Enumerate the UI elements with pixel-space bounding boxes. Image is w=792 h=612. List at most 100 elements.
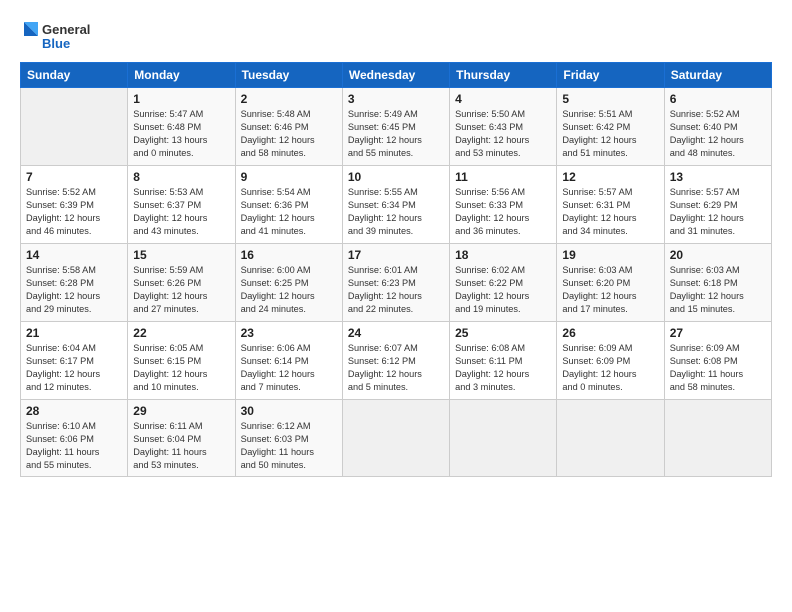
calendar-cell: 4Sunrise: 5:50 AMSunset: 6:43 PMDaylight… bbox=[450, 88, 557, 166]
day-number: 9 bbox=[241, 170, 337, 184]
day-info: Sunrise: 6:01 AMSunset: 6:23 PMDaylight:… bbox=[348, 264, 444, 316]
calendar-cell: 1 Sunrise: 5:47 AMSunset: 6:48 PMDaylight… bbox=[128, 88, 235, 166]
day-info: Sunrise: 5:56 AMSunset: 6:33 PMDaylight:… bbox=[455, 186, 551, 238]
day-info: Sunrise: 5:52 AMSunset: 6:40 PMDaylight:… bbox=[670, 108, 766, 160]
day-number: 16 bbox=[241, 248, 337, 262]
day-info: Sunrise: 6:11 AMSunset: 6:04 PMDaylight:… bbox=[133, 420, 229, 472]
day-info: Sunrise: 6:03 AMSunset: 6:20 PMDaylight:… bbox=[562, 264, 658, 316]
day-number: 25 bbox=[455, 326, 551, 340]
day-info: Sunrise: 6:06 AMSunset: 6:14 PMDaylight:… bbox=[241, 342, 337, 394]
calendar-cell: 3 Sunrise: 5:49 AMSunset: 6:45 PMDaylight… bbox=[342, 88, 449, 166]
day-info: Sunrise: 5:47 AMSunset: 6:48 PMDaylight:… bbox=[133, 108, 229, 160]
day-header-saturday: Saturday bbox=[664, 63, 771, 88]
calendar-cell: 15 Sunrise: 5:59 AMSunset: 6:26 PMDayligh… bbox=[128, 244, 235, 322]
day-number: 28 bbox=[26, 404, 122, 418]
day-info: Sunrise: 5:57 AMSunset: 6:29 PMDaylight:… bbox=[670, 186, 766, 238]
day-number: 6 bbox=[670, 92, 766, 106]
day-info: Sunrise: 5:55 AMSunset: 6:34 PMDaylight:… bbox=[348, 186, 444, 238]
day-info: Sunrise: 6:12 AMSunset: 6:03 PMDaylight:… bbox=[241, 420, 337, 472]
calendar-cell: 9 Sunrise: 5:54 AMSunset: 6:36 PMDaylight… bbox=[235, 166, 342, 244]
calendar-cell bbox=[664, 400, 771, 477]
day-info: Sunrise: 5:50 AMSunset: 6:43 PMDaylight:… bbox=[455, 108, 551, 160]
calendar-cell: 6 Sunrise: 5:52 AMSunset: 6:40 PMDaylight… bbox=[664, 88, 771, 166]
day-number: 7 bbox=[26, 170, 122, 184]
calendar-cell: 23 Sunrise: 6:06 AMSunset: 6:14 PMDayligh… bbox=[235, 322, 342, 400]
calendar-cell: 22Sunrise: 6:05 AMSunset: 6:15 PMDayligh… bbox=[128, 322, 235, 400]
calendar-cell: 26 Sunrise: 6:09 AMSunset: 6:09 PMDayligh… bbox=[557, 322, 664, 400]
day-header-sunday: Sunday bbox=[21, 63, 128, 88]
calendar-cell: 11 Sunrise: 5:56 AMSunset: 6:33 PMDayligh… bbox=[450, 166, 557, 244]
day-header-friday: Friday bbox=[557, 63, 664, 88]
day-info: Sunrise: 5:53 AMSunset: 6:37 PMDaylight:… bbox=[133, 186, 229, 238]
calendar-cell: 5 Sunrise: 5:51 AMSunset: 6:42 PMDaylight… bbox=[557, 88, 664, 166]
calendar-cell bbox=[450, 400, 557, 477]
calendar-cell bbox=[557, 400, 664, 477]
day-info: Sunrise: 6:03 AMSunset: 6:18 PMDaylight:… bbox=[670, 264, 766, 316]
day-number: 23 bbox=[241, 326, 337, 340]
day-header-thursday: Thursday bbox=[450, 63, 557, 88]
logo-svg: General Blue bbox=[20, 18, 100, 54]
day-number: 20 bbox=[670, 248, 766, 262]
day-number: 14 bbox=[26, 248, 122, 262]
svg-text:General: General bbox=[42, 22, 90, 37]
calendar-cell: 25Sunrise: 6:08 AMSunset: 6:11 PMDayligh… bbox=[450, 322, 557, 400]
calendar-cell: 8 Sunrise: 5:53 AMSunset: 6:37 PMDaylight… bbox=[128, 166, 235, 244]
calendar-cell: 24 Sunrise: 6:07 AMSunset: 6:12 PMDayligh… bbox=[342, 322, 449, 400]
day-info: Sunrise: 6:04 AMSunset: 6:17 PMDaylight:… bbox=[26, 342, 122, 394]
day-info: Sunrise: 5:57 AMSunset: 6:31 PMDaylight:… bbox=[562, 186, 658, 238]
calendar-cell: 27 Sunrise: 6:09 AMSunset: 6:08 PMDayligh… bbox=[664, 322, 771, 400]
day-number: 8 bbox=[133, 170, 229, 184]
day-header-wednesday: Wednesday bbox=[342, 63, 449, 88]
day-info: Sunrise: 6:00 AMSunset: 6:25 PMDaylight:… bbox=[241, 264, 337, 316]
day-number: 26 bbox=[562, 326, 658, 340]
day-number: 18 bbox=[455, 248, 551, 262]
calendar-cell: 10 Sunrise: 5:55 AMSunset: 6:34 PMDayligh… bbox=[342, 166, 449, 244]
day-number: 2 bbox=[241, 92, 337, 106]
day-number: 10 bbox=[348, 170, 444, 184]
day-info: Sunrise: 5:58 AMSunset: 6:28 PMDaylight:… bbox=[26, 264, 122, 316]
calendar-cell: 13 Sunrise: 5:57 AMSunset: 6:29 PMDayligh… bbox=[664, 166, 771, 244]
day-number: 1 bbox=[133, 92, 229, 106]
day-info: Sunrise: 5:51 AMSunset: 6:42 PMDaylight:… bbox=[562, 108, 658, 160]
svg-text:Blue: Blue bbox=[42, 36, 70, 51]
day-number: 27 bbox=[670, 326, 766, 340]
day-header-monday: Monday bbox=[128, 63, 235, 88]
calendar-cell: 2Sunrise: 5:48 AMSunset: 6:46 PMDaylight… bbox=[235, 88, 342, 166]
day-info: Sunrise: 6:07 AMSunset: 6:12 PMDaylight:… bbox=[348, 342, 444, 394]
calendar-cell: 19Sunrise: 6:03 AMSunset: 6:20 PMDayligh… bbox=[557, 244, 664, 322]
calendar-cell: 18Sunrise: 6:02 AMSunset: 6:22 PMDayligh… bbox=[450, 244, 557, 322]
day-number: 21 bbox=[26, 326, 122, 340]
day-info: Sunrise: 5:59 AMSunset: 6:26 PMDaylight:… bbox=[133, 264, 229, 316]
day-number: 24 bbox=[348, 326, 444, 340]
day-number: 3 bbox=[348, 92, 444, 106]
calendar-cell bbox=[342, 400, 449, 477]
calendar-table: SundayMondayTuesdayWednesdayThursdayFrid… bbox=[20, 62, 772, 477]
calendar-cell: 29 Sunrise: 6:11 AMSunset: 6:04 PMDayligh… bbox=[128, 400, 235, 477]
day-number: 15 bbox=[133, 248, 229, 262]
calendar-cell: 16 Sunrise: 6:00 AMSunset: 6:25 PMDayligh… bbox=[235, 244, 342, 322]
day-info: Sunrise: 6:10 AMSunset: 6:06 PMDaylight:… bbox=[26, 420, 122, 472]
day-info: Sunrise: 5:52 AMSunset: 6:39 PMDaylight:… bbox=[26, 186, 122, 238]
header: General Blue bbox=[20, 18, 772, 54]
calendar-cell: 30 Sunrise: 6:12 AMSunset: 6:03 PMDayligh… bbox=[235, 400, 342, 477]
calendar-cell: 7 Sunrise: 5:52 AMSunset: 6:39 PMDaylight… bbox=[21, 166, 128, 244]
logo: General Blue bbox=[20, 18, 100, 54]
calendar-cell bbox=[21, 88, 128, 166]
day-info: Sunrise: 5:54 AMSunset: 6:36 PMDaylight:… bbox=[241, 186, 337, 238]
day-number: 29 bbox=[133, 404, 229, 418]
calendar-cell: 17 Sunrise: 6:01 AMSunset: 6:23 PMDayligh… bbox=[342, 244, 449, 322]
header-row: SundayMondayTuesdayWednesdayThursdayFrid… bbox=[21, 63, 772, 88]
day-info: Sunrise: 6:09 AMSunset: 6:08 PMDaylight:… bbox=[670, 342, 766, 394]
calendar-page: General Blue SundayMondayTuesdayWednesda… bbox=[0, 0, 792, 612]
day-number: 11 bbox=[455, 170, 551, 184]
calendar-cell: 28 Sunrise: 6:10 AMSunset: 6:06 PMDayligh… bbox=[21, 400, 128, 477]
day-number: 5 bbox=[562, 92, 658, 106]
day-info: Sunrise: 6:09 AMSunset: 6:09 PMDaylight:… bbox=[562, 342, 658, 394]
calendar-cell: 14 Sunrise: 5:58 AMSunset: 6:28 PMDayligh… bbox=[21, 244, 128, 322]
day-number: 13 bbox=[670, 170, 766, 184]
day-info: Sunrise: 5:49 AMSunset: 6:45 PMDaylight:… bbox=[348, 108, 444, 160]
day-number: 30 bbox=[241, 404, 337, 418]
calendar-cell: 12Sunrise: 5:57 AMSunset: 6:31 PMDayligh… bbox=[557, 166, 664, 244]
day-header-tuesday: Tuesday bbox=[235, 63, 342, 88]
day-number: 17 bbox=[348, 248, 444, 262]
